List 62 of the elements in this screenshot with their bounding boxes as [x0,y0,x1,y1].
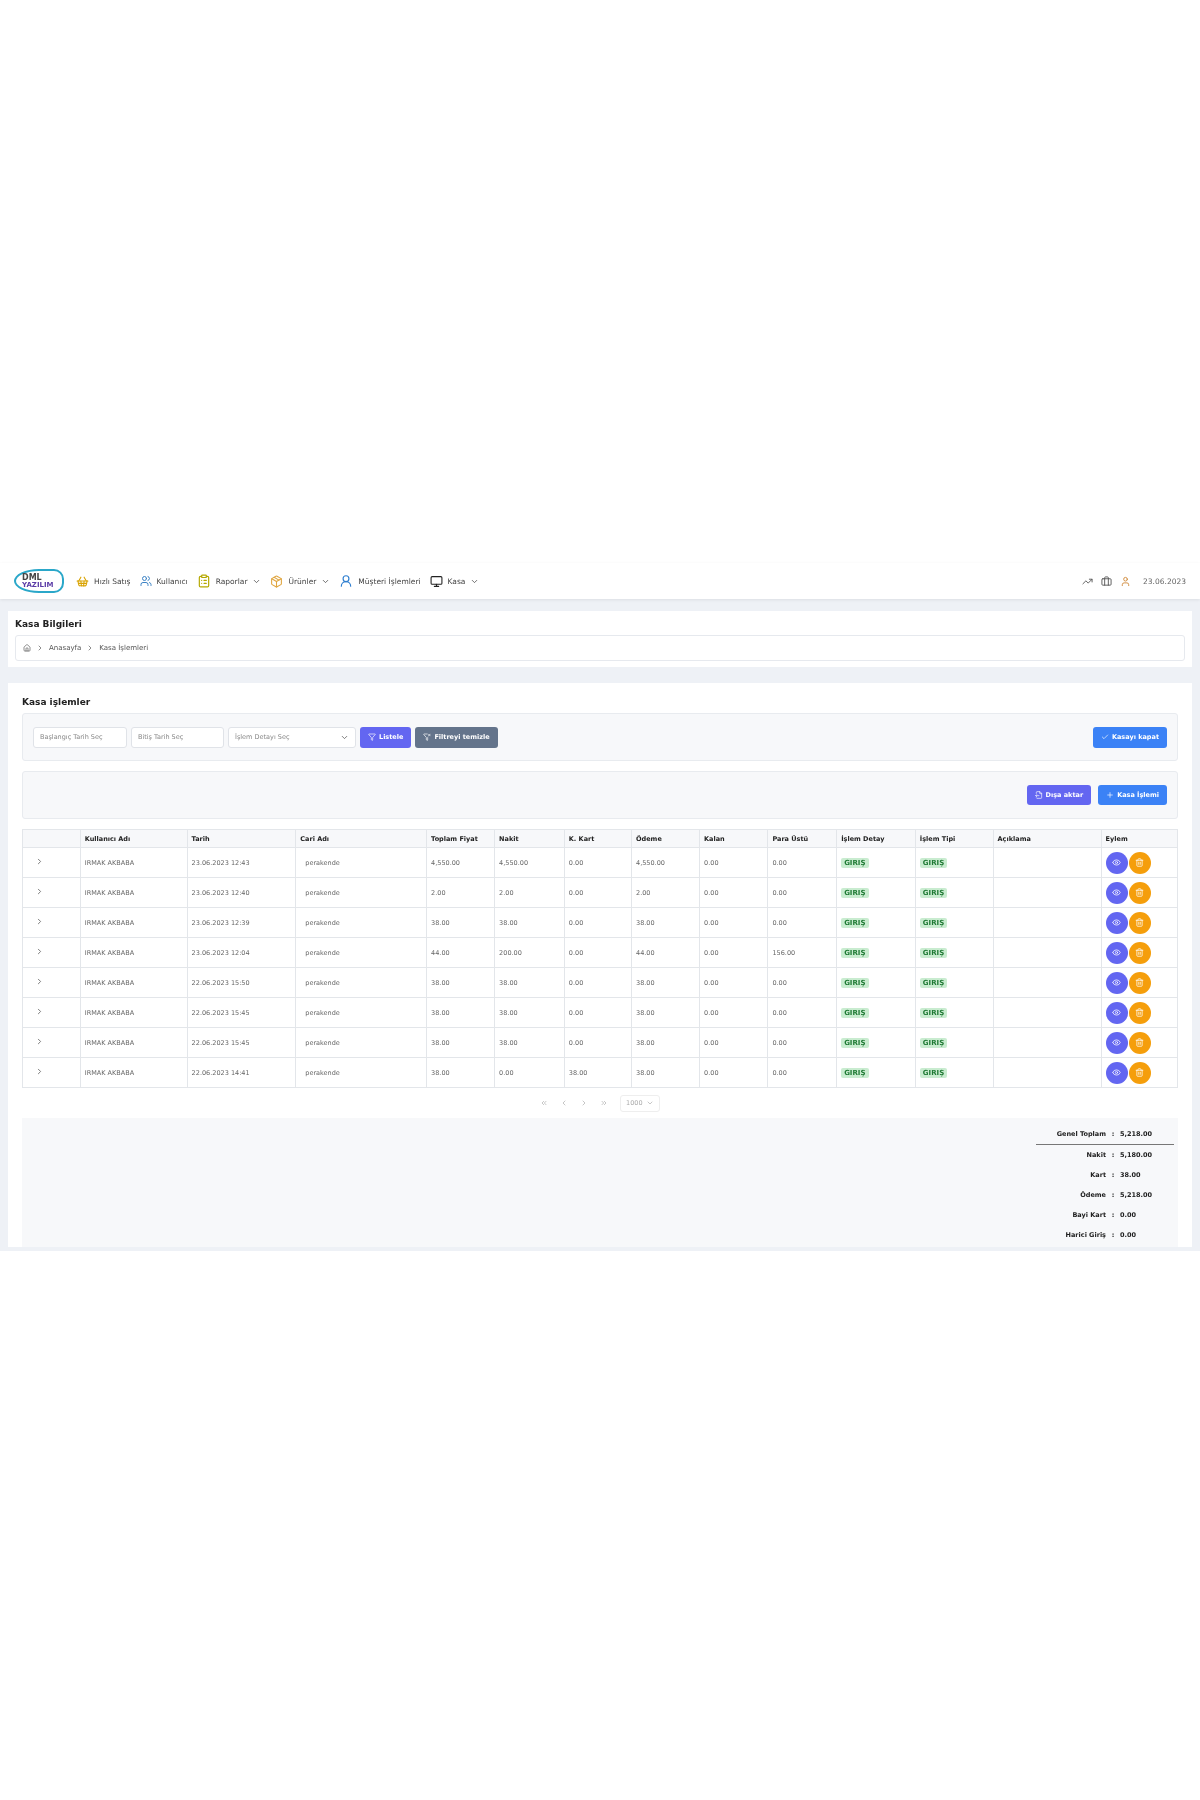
clipboard-icon [196,574,211,588]
expand-icon[interactable] [35,977,44,986]
trash-icon [1135,888,1145,897]
eye-icon [1112,1008,1122,1017]
expand-icon[interactable] [35,1067,44,1076]
eye-icon [1112,918,1122,927]
eye-icon [1112,888,1122,897]
trash-icon [1135,948,1145,957]
view-button[interactable] [1105,1061,1128,1084]
briefcase-icon[interactable] [1101,575,1113,587]
view-button[interactable] [1105,1031,1128,1054]
view-button[interactable] [1105,851,1128,874]
eye-icon [1112,1068,1122,1077]
trash-icon [1135,1068,1145,1077]
user-icon[interactable] [1120,575,1132,587]
filter-icon [423,733,432,741]
trash-icon [1135,1008,1145,1017]
expand-icon[interactable] [35,887,44,896]
file-icon [1034,791,1043,799]
trash-icon [1135,858,1145,867]
section-title: Kasa işlemler [22,697,92,707]
filter-icon [368,733,376,741]
trash-icon [1135,918,1145,927]
view-button[interactable] [1105,881,1128,904]
eye-icon [1112,948,1122,957]
user-icon [339,574,354,588]
delete-button[interactable] [1128,851,1151,874]
previous-page-icon[interactable] [560,1099,568,1107]
monitor-icon [429,574,443,588]
trash-icon [1135,1038,1145,1047]
chevron-down-icon [646,1099,654,1107]
delete-button[interactable] [1128,1061,1151,1084]
last-page-icon[interactable] [600,1099,608,1107]
delete-button[interactable] [1128,1001,1151,1024]
users-icon [139,575,152,587]
chevron-right-icon [36,644,44,652]
eye-icon [1112,978,1122,987]
eye-icon [1112,1038,1122,1047]
page-title: Kasa Bilgileri [15,619,83,629]
home-icon[interactable] [23,644,31,652]
expand-icon[interactable] [35,1007,44,1016]
package-icon [270,574,284,588]
check-icon [1100,733,1109,741]
expand-icon[interactable] [35,1037,44,1046]
delete-button[interactable] [1128,971,1151,994]
next-page-icon[interactable] [580,1099,588,1107]
view-button[interactable] [1105,1001,1128,1024]
basket-icon [76,574,89,588]
eye-icon [1112,858,1122,867]
view-button[interactable] [1105,911,1128,934]
delete-button[interactable] [1128,941,1151,964]
delete-button[interactable] [1128,911,1151,934]
expand-icon[interactable] [35,917,44,926]
delete-button[interactable] [1128,881,1151,904]
expand-icon[interactable] [35,947,44,956]
trash-icon [1135,978,1145,987]
first-page-icon[interactable] [540,1099,548,1107]
view-button[interactable] [1105,941,1128,964]
delete-button[interactable] [1128,1031,1151,1054]
plus-icon [1106,791,1115,799]
expand-icon[interactable] [35,857,44,866]
view-button[interactable] [1105,971,1128,994]
